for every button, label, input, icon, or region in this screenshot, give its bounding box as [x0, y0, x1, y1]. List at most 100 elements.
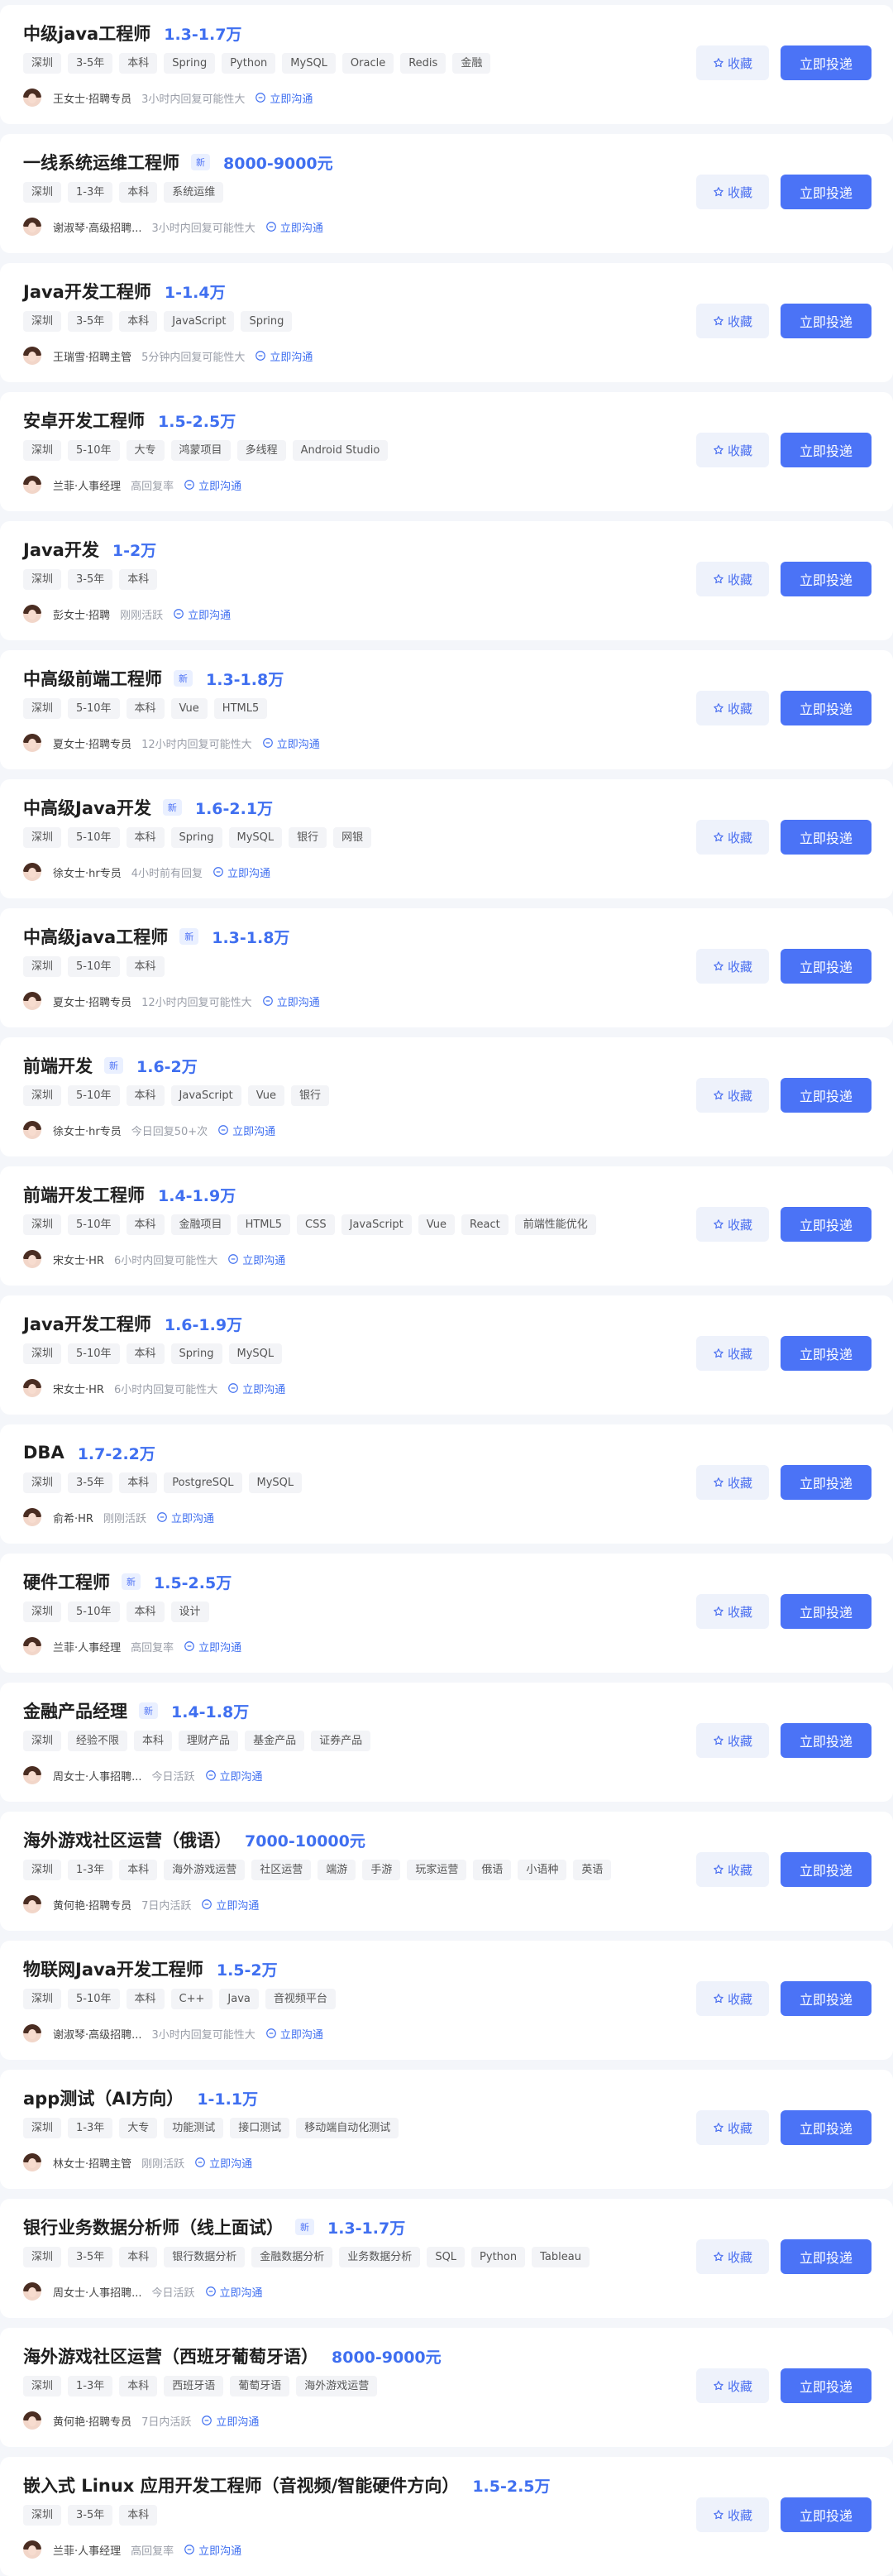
apply-button[interactable]: 立即投递: [781, 1078, 872, 1113]
apply-button[interactable]: 立即投递: [781, 949, 872, 984]
job-card[interactable]: Java开发工程师 1.6-1.9万 深圳 5-10年 本科 Spring MySQL 宋女士…: [0, 1295, 893, 1415]
job-title[interactable]: 海外游戏社区运营（俄语）: [23, 1827, 232, 1852]
job-title[interactable]: 物联网Java开发工程师: [23, 1956, 203, 1981]
chat-link[interactable]: 立即沟通: [227, 1252, 285, 1267]
job-title[interactable]: 中高级Java开发: [23, 795, 151, 820]
apply-button[interactable]: 立即投递: [781, 1981, 872, 2016]
job-card[interactable]: 中高级Java开发新 1.6-2.1万 深圳 5-10年 本科 Spring MySQL 银行…: [0, 779, 893, 898]
apply-button[interactable]: 立即投递: [781, 562, 872, 596]
apply-button[interactable]: 立即投递: [781, 433, 872, 467]
collect-button[interactable]: 收藏: [696, 820, 769, 855]
chat-link[interactable]: 立即沟通: [201, 1897, 259, 1913]
chat-link[interactable]: 立即沟通: [255, 348, 313, 364]
chat-link[interactable]: 立即沟通: [265, 219, 323, 235]
job-card[interactable]: 物联网Java开发工程师 1.5-2万 深圳 5-10年 本科 C++ Java 音视频平台谢…: [0, 1941, 893, 2060]
collect-button[interactable]: 收藏: [696, 1981, 769, 2016]
apply-button[interactable]: 立即投递: [781, 1465, 872, 1500]
job-card[interactable]: 前端开发新 1.6-2万 深圳 5-10年 本科 JavaScript Vue 银行 徐女士·h…: [0, 1037, 893, 1156]
chat-link[interactable]: 立即沟通: [205, 1768, 263, 1784]
job-card[interactable]: 中级java工程师 1.3-1.7万 深圳 3-5年 本科 Spring Python MyS…: [0, 5, 893, 124]
job-title[interactable]: 海外游戏社区运营（西班牙葡萄牙语）: [23, 2344, 318, 2368]
job-card[interactable]: 安卓开发工程师 1.5-2.5万 深圳 5-10年 大专 鸿蒙项目 多线程 Android S…: [0, 392, 893, 511]
job-card[interactable]: 硬件工程师新 1.5-2.5万 深圳 5-10年 本科 设计 兰菲·人事经理 高回复率 立即沟通…: [0, 1554, 893, 1673]
collect-button[interactable]: 收藏: [696, 1078, 769, 1113]
apply-button[interactable]: 立即投递: [781, 2497, 872, 2532]
collect-button[interactable]: 收藏: [696, 562, 769, 596]
apply-button[interactable]: 立即投递: [781, 175, 872, 209]
chat-link[interactable]: 立即沟通: [194, 2155, 252, 2171]
job-card[interactable]: 海外游戏社区运营（俄语） 7000-10000元 深圳 1-3年 本科 海外游戏运营 社区运…: [0, 1812, 893, 1931]
apply-button[interactable]: 立即投递: [781, 2368, 872, 2403]
job-card[interactable]: app测试（AI方向） 1-1.1万 深圳 1-3年 大专 功能测试 接口测试 移动端自动化测…: [0, 2070, 893, 2189]
job-title[interactable]: Java开发: [23, 537, 99, 562]
collect-button[interactable]: 收藏: [696, 175, 769, 209]
chat-link[interactable]: 立即沟通: [265, 2026, 323, 2042]
job-title[interactable]: 安卓开发工程师: [23, 408, 145, 433]
job-title[interactable]: 一线系统运维工程师: [23, 150, 179, 175]
job-title[interactable]: 硬件工程师: [23, 1569, 110, 1594]
apply-button[interactable]: 立即投递: [781, 1852, 872, 1887]
collect-button[interactable]: 收藏: [696, 949, 769, 984]
job-title[interactable]: 中高级java工程师: [23, 924, 168, 949]
job-card[interactable]: 中高级java工程师新 1.3-1.8万 深圳 5-10年 本科 夏女士·招聘专员 12小时…: [0, 908, 893, 1027]
job-card[interactable]: 金融产品经理新 1.4-1.8万 深圳 经验不限 本科 理财产品 基金产品 证券产品 周女士·人…: [0, 1683, 893, 1802]
collect-button[interactable]: 收藏: [696, 1336, 769, 1371]
collect-button[interactable]: 收藏: [696, 2239, 769, 2274]
job-title[interactable]: 中高级前端工程师: [23, 666, 162, 691]
chat-link[interactable]: 立即沟通: [184, 477, 241, 493]
apply-button[interactable]: 立即投递: [781, 691, 872, 725]
chat-link[interactable]: 立即沟通: [255, 90, 313, 106]
collect-button[interactable]: 收藏: [696, 2497, 769, 2532]
job-title[interactable]: 金融产品经理: [23, 1698, 127, 1723]
apply-button[interactable]: 立即投递: [781, 1723, 872, 1758]
job-title[interactable]: 前端开发: [23, 1053, 93, 1078]
chat-link[interactable]: 立即沟通: [201, 2413, 259, 2429]
collect-button[interactable]: 收藏: [696, 1465, 769, 1500]
chat-link[interactable]: 立即沟通: [205, 2284, 263, 2300]
job-card[interactable]: Java开发工程师 1-1.4万 深圳 3-5年 本科 JavaScript Spring 王…: [0, 263, 893, 382]
collect-button[interactable]: 收藏: [696, 2368, 769, 2403]
job-card[interactable]: 海外游戏社区运营（西班牙葡萄牙语） 8000-9000元 深圳 1-3年 本科 西班牙语葡…: [0, 2328, 893, 2447]
job-title[interactable]: app测试（AI方向）: [23, 2085, 184, 2110]
job-card[interactable]: DBA 1.7-2.2万 深圳 3-5年 本科 PostgreSQL MySQL 俞希·HR 刚…: [0, 1424, 893, 1544]
job-card[interactable]: 中高级前端工程师新 1.3-1.8万 深圳 5-10年 本科 Vue HTML5 夏女士·招聘…: [0, 650, 893, 769]
job-card[interactable]: 前端开发工程师 1.4-1.9万 深圳 5-10年 本科 金融项目 HTML5 CSS Java…: [0, 1166, 893, 1286]
collect-button[interactable]: 收藏: [696, 1594, 769, 1629]
collect-button[interactable]: 收藏: [696, 45, 769, 80]
job-title[interactable]: Java开发工程师: [23, 1311, 151, 1336]
apply-button[interactable]: 立即投递: [781, 820, 872, 855]
job-title[interactable]: Java开发工程师: [23, 279, 151, 304]
chat-link[interactable]: 立即沟通: [156, 1510, 214, 1525]
apply-button[interactable]: 立即投递: [781, 1207, 872, 1242]
apply-button[interactable]: 立即投递: [781, 2110, 872, 2145]
job-card[interactable]: 银行业务数据分析师（线上面试） 新 1.3-1.7万 深圳 3-5年 本科 银行数据分析 金融…: [0, 2199, 893, 2318]
job-title[interactable]: 中级java工程师: [23, 21, 150, 45]
apply-button[interactable]: 立即投递: [781, 304, 872, 338]
job-title[interactable]: DBA: [23, 1443, 64, 1463]
collect-button[interactable]: 收藏: [696, 304, 769, 338]
collect-button[interactable]: 收藏: [696, 1723, 769, 1758]
apply-button[interactable]: 立即投递: [781, 1594, 872, 1629]
job-card[interactable]: 嵌入式 Linux 应用开发工程师（音视频/智能硬件方向） 1.5-2.5万 深圳 3…: [0, 2457, 893, 2576]
chat-link[interactable]: 立即沟通: [262, 735, 320, 751]
apply-button[interactable]: 立即投递: [781, 2239, 872, 2274]
chat-link[interactable]: 立即沟通: [227, 1381, 285, 1396]
collect-button[interactable]: 收藏: [696, 2110, 769, 2145]
collect-button[interactable]: 收藏: [696, 1852, 769, 1887]
chat-link[interactable]: 立即沟通: [184, 2542, 241, 2558]
collect-button[interactable]: 收藏: [696, 691, 769, 725]
chat-link[interactable]: 立即沟通: [184, 1639, 241, 1654]
apply-button[interactable]: 立即投递: [781, 1336, 872, 1371]
collect-button[interactable]: 收藏: [696, 433, 769, 467]
apply-button[interactable]: 立即投递: [781, 45, 872, 80]
job-title[interactable]: 嵌入式 Linux 应用开发工程师（音视频/智能硬件方向）: [23, 2473, 459, 2497]
job-card[interactable]: Java开发 1-2万 深圳 3-5年 本科 彭女士·招聘 刚刚活跃 立即沟通 收藏 立即投递: [0, 521, 893, 640]
collect-button[interactable]: 收藏: [696, 1207, 769, 1242]
chat-link[interactable]: 立即沟通: [262, 994, 320, 1009]
job-card[interactable]: 一线系统运维工程师新 8000-9000元 深圳 1-3年 本科 系统运维 谢淑琴·高级招聘…: [0, 134, 893, 253]
chat-link[interactable]: 立即沟通: [213, 864, 270, 880]
chat-link[interactable]: 立即沟通: [217, 1123, 275, 1138]
job-title[interactable]: 银行业务数据分析师（线上面试）: [23, 2214, 284, 2239]
job-title[interactable]: 前端开发工程师: [23, 1182, 145, 1207]
chat-link[interactable]: 立即沟通: [173, 606, 231, 622]
